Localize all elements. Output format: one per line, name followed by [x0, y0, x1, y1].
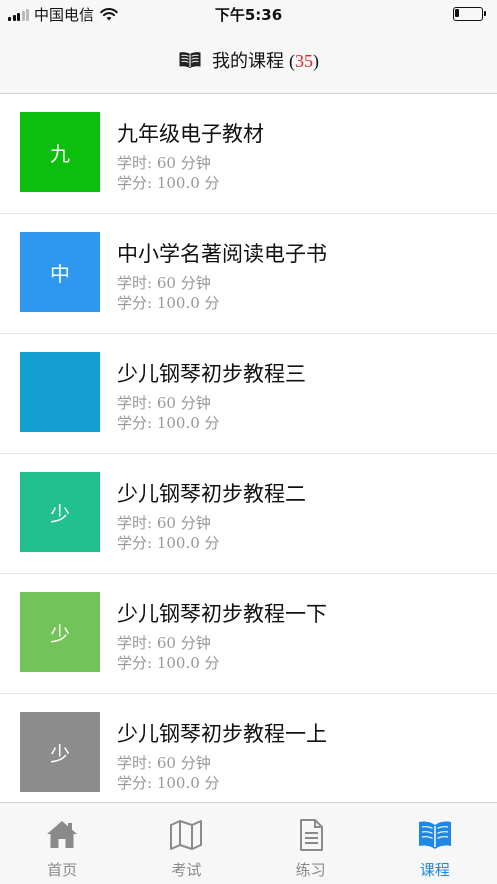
hours-value: 60 分钟 — [156, 154, 211, 172]
map-icon — [170, 820, 203, 850]
count-close-paren: ) — [313, 51, 320, 71]
credits-value: 100.0 分 — [156, 414, 220, 432]
hours-label: 学时: — [117, 634, 153, 652]
page-title: 我的课程 — [211, 51, 284, 72]
tab-label: 练习 — [295, 861, 326, 879]
hours-label: 学时: — [117, 394, 153, 412]
hours-label: 学时: — [117, 754, 153, 772]
course-item[interactable]: 少 少儿钢琴初步教程二 学时: 60 分钟 学分: 100.0 分 — [0, 454, 497, 574]
tab-label: 课程 — [419, 861, 450, 879]
credits-label: 学分: — [117, 174, 153, 192]
clock: 下午5:36 — [214, 6, 283, 24]
course-thumbnail: 少 — [20, 712, 100, 792]
course-hours: 学时: 60 分钟 — [117, 152, 211, 173]
credits-label: 学分: — [117, 534, 153, 552]
course-hours: 学时: 60 分钟 — [117, 392, 211, 413]
course-title: 少儿钢琴初步教程二 — [117, 482, 306, 506]
credits-label: 学分: — [117, 654, 153, 672]
credits-label: 学分: — [117, 294, 153, 312]
hours-value: 60 分钟 — [156, 634, 211, 652]
tab-home[interactable]: 首页 — [0, 803, 124, 884]
book-open-icon — [418, 821, 451, 849]
course-list[interactable]: 九 九年级电子教材 学时: 60 分钟 学分: 100.0 分 中 中小学名著阅… — [0, 94, 497, 802]
book-open-icon — [179, 52, 201, 68]
course-title: 少儿钢琴初步教程一上 — [117, 722, 327, 746]
course-hours: 学时: 60 分钟 — [117, 632, 211, 653]
hours-label: 学时: — [117, 154, 153, 172]
course-hours: 学时: 60 分钟 — [117, 272, 211, 293]
battery-icon — [453, 7, 487, 21]
course-title: 九年级电子教材 — [117, 122, 264, 146]
hours-value: 60 分钟 — [156, 754, 211, 772]
course-credits: 学分: 100.0 分 — [117, 292, 220, 313]
tab-label: 首页 — [47, 861, 78, 879]
course-title: 少儿钢琴初步教程一下 — [117, 602, 327, 626]
document-icon — [299, 819, 323, 851]
course-count: 35 — [295, 51, 314, 71]
course-thumbnail — [20, 352, 100, 432]
tab-courses[interactable]: 课程 — [373, 803, 497, 884]
course-item[interactable]: 九 九年级电子教材 学时: 60 分钟 学分: 100.0 分 — [0, 94, 497, 214]
credits-label: 学分: — [117, 414, 153, 432]
hours-label: 学时: — [117, 514, 153, 532]
credits-value: 100.0 分 — [156, 534, 220, 552]
hours-value: 60 分钟 — [156, 394, 211, 412]
hours-label: 学时: — [117, 274, 153, 292]
credits-label: 学分: — [117, 774, 153, 792]
hours-value: 60 分钟 — [156, 514, 211, 532]
course-title: 少儿钢琴初步教程三 — [117, 362, 306, 386]
course-item[interactable]: 中 中小学名著阅读电子书 学时: 60 分钟 学分: 100.0 分 — [0, 214, 497, 334]
tab-bar: 首页 考试 练习 课程 — [0, 802, 497, 884]
course-hours: 学时: 60 分钟 — [117, 752, 211, 773]
tab-label: 考试 — [171, 861, 202, 879]
course-item[interactable]: 少 少儿钢琴初步教程一上 学时: 60 分钟 学分: 100.0 分 — [0, 694, 497, 802]
course-credits: 学分: 100.0 分 — [117, 772, 220, 793]
course-hours: 学时: 60 分钟 — [117, 512, 211, 533]
course-title: 中小学名著阅读电子书 — [117, 242, 327, 266]
page-header: 我的课程 (35) — [0, 27, 497, 94]
course-credits: 学分: 100.0 分 — [117, 532, 220, 553]
credits-value: 100.0 分 — [156, 294, 220, 312]
credits-value: 100.0 分 — [156, 174, 220, 192]
course-credits: 学分: 100.0 分 — [117, 172, 220, 193]
course-credits: 学分: 100.0 分 — [117, 652, 220, 673]
home-icon — [47, 821, 78, 848]
credits-value: 100.0 分 — [156, 654, 220, 672]
course-thumbnail: 九 — [20, 112, 100, 192]
tab-practice[interactable]: 练习 — [249, 803, 373, 884]
hours-value: 60 分钟 — [156, 274, 211, 292]
course-thumbnail: 少 — [20, 472, 100, 552]
status-bar: 中国电信 下午5:36 — [0, 0, 497, 27]
course-item[interactable]: 少儿钢琴初步教程三 学时: 60 分钟 学分: 100.0 分 — [0, 334, 497, 454]
course-thumbnail: 少 — [20, 592, 100, 672]
credits-value: 100.0 分 — [156, 774, 220, 792]
course-item[interactable]: 少 少儿钢琴初步教程一下 学时: 60 分钟 学分: 100.0 分 — [0, 574, 497, 694]
course-thumbnail: 中 — [20, 232, 100, 312]
course-credits: 学分: 100.0 分 — [117, 412, 220, 433]
tab-exam[interactable]: 考试 — [124, 803, 248, 884]
